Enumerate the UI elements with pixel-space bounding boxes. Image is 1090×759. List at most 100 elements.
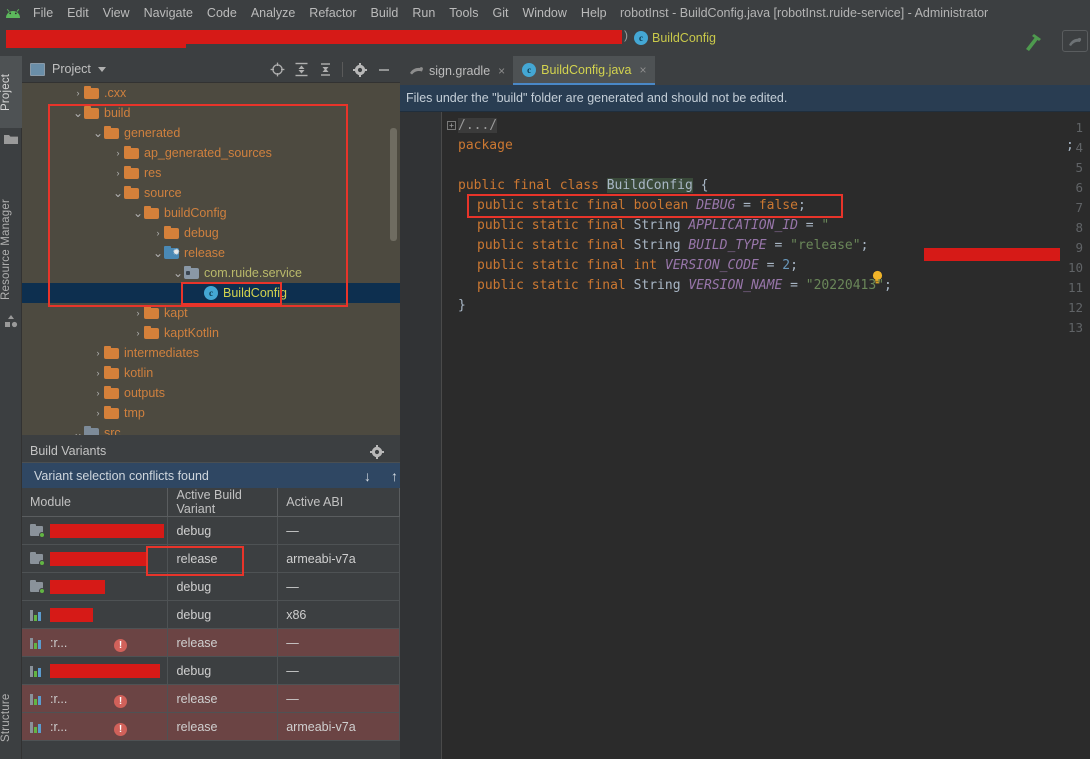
cell-active-build-variant[interactable]: release xyxy=(167,544,279,573)
cell-module[interactable]: :r...! xyxy=(22,712,169,741)
tree-node--cxx[interactable]: › .cxx xyxy=(22,83,400,103)
project-tree[interactable]: › .cxx ⌄ build ⌄ generated › ap_generated_sourc… xyxy=(22,83,400,435)
tree-node-buildconfig[interactable]: ›c BuildConfig xyxy=(22,283,400,303)
menu-tools[interactable]: Tools xyxy=(442,0,485,26)
menu-analyze[interactable]: Analyze xyxy=(244,0,302,26)
table-row[interactable]: debug — xyxy=(22,572,400,601)
chevron-right-icon[interactable]: › xyxy=(192,288,204,298)
menu-help[interactable]: Help xyxy=(574,0,614,26)
tab-buildconfig-java[interactable]: c BuildConfig.java × xyxy=(513,56,655,85)
menu-refactor[interactable]: Refactor xyxy=(302,0,363,26)
chevron-down-icon[interactable]: ⌄ xyxy=(112,187,124,199)
code-view[interactable]: 1 4 5 6 7 8 9 10 11 12 13 + /.../ packag… xyxy=(400,112,1090,759)
tree-node-release[interactable]: ⌄ release xyxy=(22,243,400,263)
tree-node-kapt[interactable]: › kapt xyxy=(22,303,400,323)
close-icon[interactable]: × xyxy=(498,64,505,78)
chevron-right-icon[interactable]: › xyxy=(92,348,104,358)
cell-active-build-variant[interactable]: debug xyxy=(167,572,279,601)
rail-tab-resource-manager[interactable]: Resource Manager xyxy=(0,188,22,310)
conflict-next-icon[interactable]: ↓ xyxy=(364,468,371,484)
menu-code[interactable]: Code xyxy=(200,0,244,26)
tree-node-debug[interactable]: › debug xyxy=(22,223,400,243)
table-row[interactable]: :r...! release armeabi-v7a xyxy=(22,712,400,741)
cell-active-build-variant[interactable]: release xyxy=(167,684,279,713)
cell-module[interactable] xyxy=(22,516,169,545)
build-hammer-icon[interactable] xyxy=(1022,32,1044,57)
chevron-down-icon[interactable]: ⌄ xyxy=(72,427,84,435)
cell-active-abi[interactable]: armeabi-v7a xyxy=(277,544,400,573)
chevron-down-icon[interactable] xyxy=(97,66,106,72)
tree-node-build[interactable]: ⌄ build xyxy=(22,103,400,123)
tab-sign-gradle[interactable]: sign.gradle × xyxy=(400,56,513,85)
cell-active-build-variant[interactable]: release xyxy=(167,712,279,741)
cell-module[interactable] xyxy=(22,544,169,573)
table-row[interactable]: :r...! release — xyxy=(22,628,400,657)
tree-node-com-ruide-service[interactable]: ⌄ com.ruide.service xyxy=(22,263,400,283)
tree-node-outputs[interactable]: › outputs xyxy=(22,383,400,403)
chevron-right-icon[interactable]: › xyxy=(92,368,104,378)
close-icon[interactable]: × xyxy=(640,63,647,77)
locate-icon[interactable] xyxy=(266,59,288,81)
tree-node-buildconfig[interactable]: ⌄ buildConfig xyxy=(22,203,400,223)
chevron-right-icon[interactable]: › xyxy=(92,388,104,398)
chevron-right-icon[interactable]: › xyxy=(152,228,164,238)
variant-conflict-warning-icon[interactable]: ! xyxy=(114,638,127,652)
gradle-sync-icon[interactable] xyxy=(1062,30,1088,52)
cell-module[interactable]: :r...! xyxy=(22,684,169,713)
cell-module[interactable]: :r...! xyxy=(22,628,169,657)
variant-conflict-warning-icon[interactable]: ! xyxy=(114,694,127,708)
chevron-down-icon[interactable]: ⌄ xyxy=(172,267,184,279)
cell-module[interactable] xyxy=(22,600,169,629)
tree-node-tmp[interactable]: › tmp xyxy=(22,403,400,423)
cell-active-abi[interactable]: — xyxy=(277,684,400,713)
menu-edit[interactable]: Edit xyxy=(60,0,96,26)
cell-active-build-variant[interactable]: release xyxy=(167,628,279,657)
cell-module[interactable] xyxy=(22,656,169,685)
hide-panel-icon[interactable] xyxy=(373,59,395,81)
variant-conflict-warning-icon[interactable]: ! xyxy=(114,722,127,736)
expand-all-icon[interactable] xyxy=(290,59,312,81)
tree-node-ap-generated-sources[interactable]: › ap_generated_sources xyxy=(22,143,400,163)
chevron-down-icon[interactable]: ⌄ xyxy=(72,107,84,119)
column-header-active-build-variant[interactable]: Active Build Variant xyxy=(167,488,279,517)
cell-active-abi[interactable]: armeabi-v7a xyxy=(277,712,400,741)
menu-build[interactable]: Build xyxy=(364,0,406,26)
cell-active-abi[interactable]: — xyxy=(277,656,400,685)
table-row[interactable]: debug — xyxy=(22,516,400,545)
menu-navigate[interactable]: Navigate xyxy=(137,0,200,26)
cell-active-build-variant[interactable]: debug xyxy=(167,600,279,629)
conflict-prev-icon[interactable]: ↑ xyxy=(391,468,398,484)
cell-active-abi[interactable]: — xyxy=(277,572,400,601)
tree-node-generated[interactable]: ⌄ generated xyxy=(22,123,400,143)
chevron-right-icon[interactable]: › xyxy=(72,88,84,98)
settings-gear-icon[interactable] xyxy=(366,441,388,463)
cell-active-build-variant[interactable]: debug xyxy=(167,516,279,545)
chevron-down-icon[interactable]: ⌄ xyxy=(92,127,104,139)
table-row[interactable]: debug x86 xyxy=(22,600,400,629)
tree-node-kaptkotlin[interactable]: › kaptKotlin xyxy=(22,323,400,343)
breadcrumb-class-item[interactable]: c BuildConfig xyxy=(634,31,716,45)
cell-active-build-variant[interactable]: debug xyxy=(167,656,279,685)
editor-gutter[interactable] xyxy=(400,112,442,759)
collapse-all-icon[interactable] xyxy=(314,59,336,81)
menu-window[interactable]: Window xyxy=(515,0,573,26)
chevron-right-icon[interactable]: › xyxy=(132,328,144,338)
tree-node-src[interactable]: ⌄ src xyxy=(22,423,400,435)
menu-view[interactable]: View xyxy=(96,0,137,26)
chevron-right-icon[interactable]: › xyxy=(112,148,124,158)
column-header-active-abi[interactable]: Active ABI xyxy=(277,488,400,517)
chevron-right-icon[interactable]: › xyxy=(92,408,104,418)
menu-git[interactable]: Git xyxy=(485,0,515,26)
fold-expand-icon[interactable]: + xyxy=(447,121,456,130)
rail-tab-project[interactable]: Project xyxy=(0,56,22,128)
rail-tab-structure[interactable]: Structure xyxy=(0,676,22,759)
cell-module[interactable] xyxy=(22,572,169,601)
folded-comment[interactable]: /.../ xyxy=(458,118,498,133)
tree-node-kotlin[interactable]: › kotlin xyxy=(22,363,400,383)
tree-node-res[interactable]: › res xyxy=(22,163,400,183)
chevron-down-icon[interactable]: ⌄ xyxy=(152,247,164,259)
settings-gear-icon[interactable] xyxy=(349,59,371,81)
tree-node-source[interactable]: ⌄ source xyxy=(22,183,400,203)
tree-node-intermediates[interactable]: › intermediates xyxy=(22,343,400,363)
column-header-module[interactable]: Module xyxy=(22,488,169,517)
